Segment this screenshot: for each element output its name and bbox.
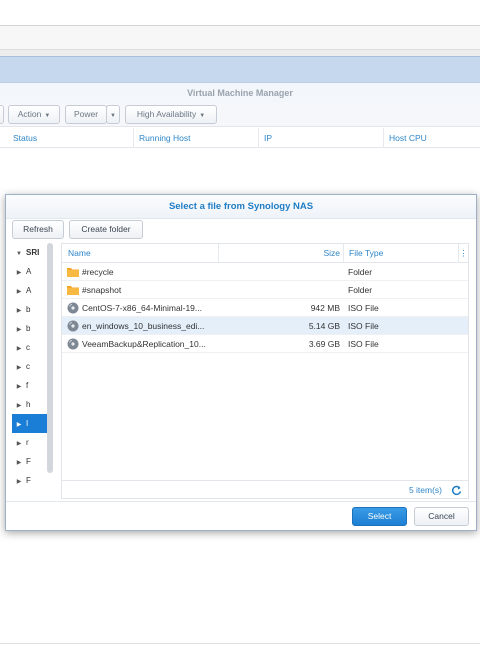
tree-item[interactable]: ▶ c (12, 357, 48, 376)
high-availability-label: High Availability (136, 109, 197, 119)
file-list-header: Name Size File Type ⋮ (62, 244, 468, 263)
chevron-down-icon: ▼ (199, 113, 206, 119)
chevron-down-icon: ▼ (110, 113, 116, 119)
column-ip[interactable]: IP (258, 128, 383, 148)
file-list: Name Size File Type ⋮ #recycle Folder #s… (61, 243, 469, 499)
tree-item[interactable]: ▶ A (12, 281, 48, 300)
column-status[interactable]: Status (8, 128, 133, 148)
cancel-button[interactable]: Cancel (414, 507, 469, 526)
disc-icon (67, 338, 79, 350)
folder-tree: ▼ SRI ▶ A ▶ A ▶ b ▶ b ▶ c ▶ c ▶ f ▶ h ▶ I ▶ r ▶ F ▶ F (12, 243, 54, 498)
dialog-title: Select a file from Synology NAS (6, 195, 476, 219)
tree-item-label: F (26, 476, 31, 485)
folder-icon (67, 268, 79, 277)
chevron-right-icon[interactable]: ▶ (12, 473, 26, 492)
file-row[interactable]: CentOS-7-x86_64-Minimal-19... 942 MB ISO… (62, 299, 468, 317)
tree-item[interactable]: ▶ F (12, 452, 48, 471)
tree-item-label: b (26, 324, 31, 333)
chevron-down-icon: ▼ (44, 113, 51, 119)
file-row[interactable]: VeeamBackup&Replication_10... 3.69 GB IS… (62, 335, 468, 353)
tree-item-label: I (26, 419, 29, 428)
file-name: CentOS-7-x86_64-Minimal-19... (82, 303, 202, 313)
tree-item-label: A (26, 286, 32, 295)
file-name: en_windows_10_business_edi... (82, 321, 205, 331)
window-bottom-border (0, 643, 480, 644)
browser-top-bar (0, 0, 480, 26)
tree-item-label: A (26, 267, 32, 276)
file-name: VeeamBackup&Replication_10... (82, 339, 206, 349)
tree-item-label: b (26, 305, 31, 314)
tree-item-label: h (26, 400, 31, 409)
dsm-taskbar (0, 56, 480, 83)
column-file-type[interactable]: File Type (343, 244, 458, 263)
tree-item[interactable]: ▶ A (12, 262, 48, 281)
file-picker-dialog: Select a file from Synology NAS Refresh … (5, 194, 477, 531)
tree-scrollbar[interactable] (47, 243, 53, 473)
power-button-label: Power (73, 109, 99, 119)
dialog-footer-divider (6, 501, 476, 502)
column-running-host[interactable]: Running Host (133, 128, 258, 148)
tree-item[interactable]: ▶ b (12, 300, 48, 319)
toolbar-button-partial[interactable] (0, 105, 4, 124)
tree-item[interactable]: ▶ b (12, 319, 48, 338)
file-type: ISO File (348, 339, 379, 349)
tree-item[interactable]: ▶ h (12, 395, 48, 414)
tree-item[interactable]: ▶ F (12, 471, 48, 490)
tree-item-label: F (26, 457, 31, 466)
vmm-toolbar: Action ▼ Power ▼ High Availability ▼ (0, 103, 480, 127)
tree-item-label: c (26, 343, 30, 352)
create-folder-button[interactable]: Create folder (69, 220, 143, 239)
column-menu-icon[interactable]: ⋮ (458, 244, 468, 263)
power-button[interactable]: Power (65, 105, 107, 124)
file-type: ISO File (348, 303, 379, 313)
file-name: #snapshot (82, 285, 122, 295)
column-name[interactable]: Name (68, 244, 218, 263)
file-type: Folder (348, 267, 373, 277)
file-size: 942 MB (310, 303, 340, 313)
tree-item-label: r (26, 438, 29, 447)
disc-icon (67, 320, 79, 332)
tree-root-label: SRI (26, 248, 40, 257)
column-size[interactable]: Size (310, 244, 340, 263)
vm-grid-header: Status Running Host IP Host CPU (0, 128, 480, 148)
item-count: 5 item(s) (408, 485, 442, 495)
file-size: 3.69 GB (308, 339, 340, 349)
file-row[interactable]: #snapshot Folder (62, 281, 468, 299)
file-size (262, 263, 340, 281)
refresh-button[interactable]: Refresh (12, 220, 64, 239)
folder-icon (67, 286, 79, 295)
file-list-footer: 5 item(s) (62, 480, 468, 499)
tree-item[interactable]: ▶ f (12, 376, 48, 395)
power-dropdown-button[interactable]: ▼ (106, 105, 120, 124)
tree-item[interactable]: ▶ r (12, 433, 48, 452)
column-host-cpu[interactable]: Host CPU (383, 128, 480, 148)
action-button[interactable]: Action ▼ (8, 105, 60, 124)
file-row-selected[interactable]: en_windows_10_business_edi... 5.14 GB IS… (62, 317, 468, 335)
file-row[interactable]: #recycle Folder (62, 263, 468, 281)
disc-icon (67, 302, 79, 314)
file-type: ISO File (348, 321, 379, 331)
tree-item[interactable]: ▶ c (12, 338, 48, 357)
file-size (262, 281, 340, 299)
tree-root[interactable]: ▼ SRI (12, 243, 48, 262)
vmm-window-title: Virtual Machine Manager (0, 83, 480, 103)
file-size: 5.14 GB (308, 321, 340, 331)
high-availability-button[interactable]: High Availability ▼ (125, 105, 217, 124)
select-button[interactable]: Select (352, 507, 407, 526)
refresh-icon[interactable] (451, 485, 462, 496)
browser-tab-bar (0, 26, 480, 50)
file-name: #recycle (82, 267, 114, 277)
file-type: Folder (348, 285, 373, 295)
action-button-label: Action (17, 109, 42, 119)
tree-item-label: c (26, 362, 30, 371)
tree-item-label: f (26, 381, 29, 390)
tree-item-selected[interactable]: ▶ I (12, 414, 48, 433)
